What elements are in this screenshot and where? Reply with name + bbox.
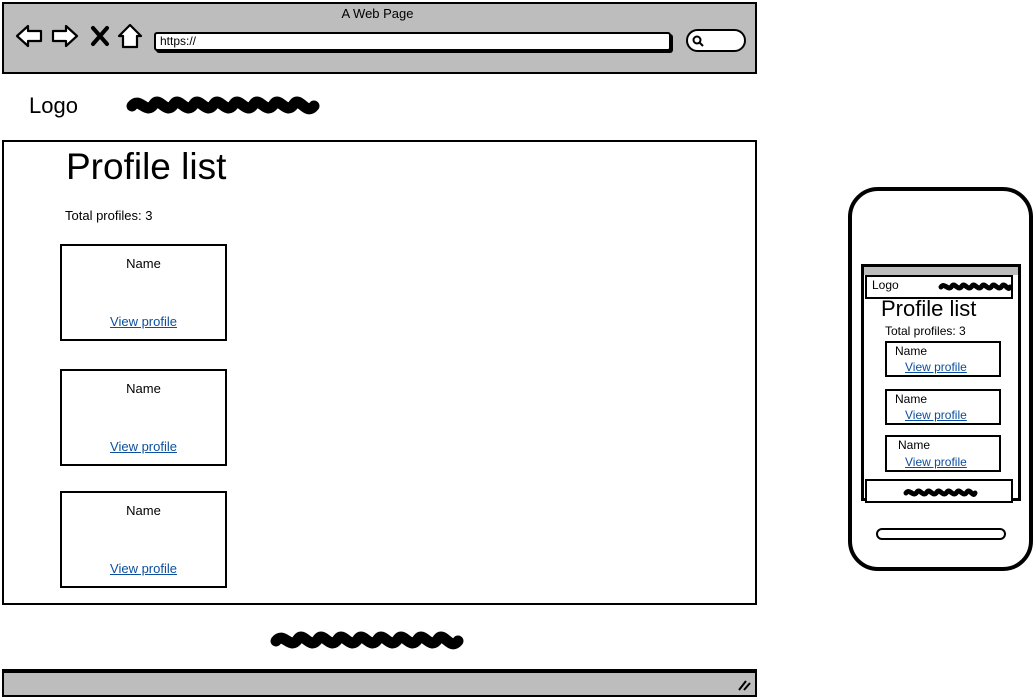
footer-placeholder-scribble <box>270 631 464 650</box>
resize-grip-icon[interactable] <box>737 679 751 691</box>
mobile-profile-name: Name <box>895 392 928 406</box>
mobile-total-profiles: Total profiles: 3 <box>885 324 966 338</box>
url-input[interactable]: https:// <box>154 32 671 51</box>
view-profile-link[interactable]: View profile <box>62 561 225 576</box>
mobile-view-profile-link[interactable]: View profile <box>905 408 967 422</box>
mobile-profile-name: Name <box>898 438 931 452</box>
mobile-view-profile-link[interactable]: View profile <box>905 455 967 469</box>
mobile-footer-scribble <box>903 488 978 497</box>
site-header <box>2 74 757 142</box>
mobile-page-title: Profile list <box>881 296 977 321</box>
window-title: A Web Page <box>341 6 414 21</box>
mobile-nav-scribble <box>938 282 1013 291</box>
browser-statusbar <box>2 671 757 697</box>
forward-arrow-icon[interactable] <box>51 22 79 50</box>
mobile-profile-card: Name View profile <box>885 389 1001 425</box>
profile-card: Name View profile <box>60 244 227 341</box>
profile-name: Name <box>126 256 161 271</box>
search-icon <box>692 35 704 47</box>
view-profile-link[interactable]: View profile <box>62 314 225 329</box>
search-button[interactable] <box>686 29 746 52</box>
mobile-home-button[interactable] <box>876 528 1006 540</box>
home-icon[interactable] <box>116 22 144 50</box>
mobile-logo: Logo <box>872 278 899 292</box>
nav-placeholder-scribble <box>126 96 320 115</box>
mobile-profile-card: Name View profile <box>885 341 1001 377</box>
total-profiles-label: Total profiles: 3 <box>65 208 153 223</box>
profile-card: Name View profile <box>60 491 227 588</box>
mobile-profile-name: Name <box>895 344 928 358</box>
view-profile-link[interactable]: View profile <box>62 439 225 454</box>
close-x-icon[interactable] <box>88 24 112 48</box>
profile-name: Name <box>126 503 161 518</box>
logo: Logo <box>29 93 78 118</box>
mobile-status-strip <box>864 267 1018 275</box>
page-title: Profile list <box>66 146 227 187</box>
profile-card: Name View profile <box>60 369 227 466</box>
mobile-view-profile-link[interactable]: View profile <box>905 360 967 374</box>
profile-name: Name <box>126 381 161 396</box>
back-arrow-icon[interactable] <box>15 22 43 50</box>
mobile-profile-card: Name View profile <box>885 435 1001 472</box>
